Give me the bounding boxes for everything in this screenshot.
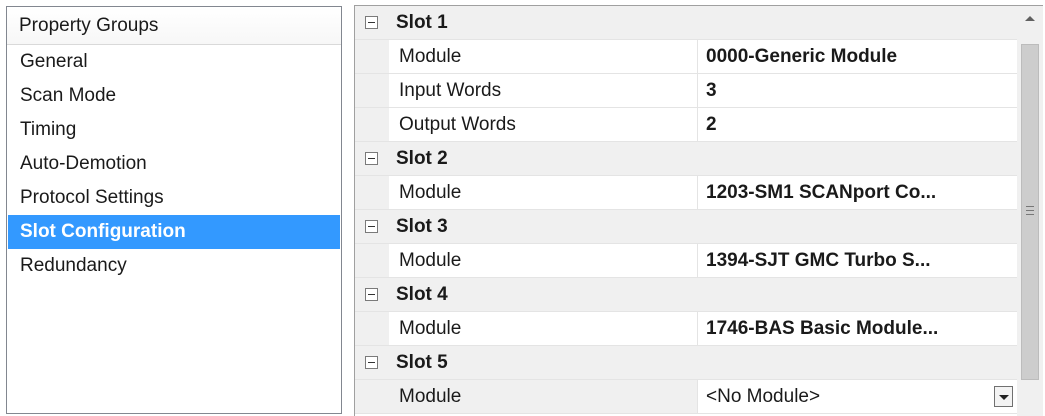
property-value[interactable]: 1394-SJT GMC Turbo S... bbox=[698, 244, 1017, 277]
collapse-icon[interactable] bbox=[365, 288, 378, 301]
property-value[interactable]: 2 bbox=[698, 108, 1017, 141]
scroll-thumb[interactable] bbox=[1021, 44, 1039, 380]
dropdown-arrow-icon[interactable] bbox=[994, 386, 1013, 407]
property-value[interactable]: 1203-SM1 SCANport Co... bbox=[698, 176, 1017, 209]
property-row-selected[interactable]: Module <No Module> bbox=[355, 380, 1017, 414]
slot-category-5: Slot 5 bbox=[355, 346, 1017, 380]
collapse-icon[interactable] bbox=[365, 220, 378, 233]
slot-label: Slot 4 bbox=[396, 283, 448, 305]
property-row[interactable]: Module 1746-BAS Basic Module... bbox=[355, 312, 1017, 346]
group-item-protocol-settings[interactable]: Protocol Settings bbox=[8, 181, 340, 215]
property-name: Output Words bbox=[389, 108, 698, 141]
dropdown-value: <No Module> bbox=[706, 386, 821, 407]
property-name: Input Words bbox=[389, 74, 698, 107]
slot-category-2: Slot 2 bbox=[355, 142, 1017, 176]
property-name: Module bbox=[389, 40, 698, 73]
property-value[interactable]: 3 bbox=[698, 74, 1017, 107]
property-row[interactable]: Output Words 2 bbox=[355, 108, 1017, 142]
group-item-slot-configuration[interactable]: Slot Configuration bbox=[8, 215, 340, 249]
group-item-timing[interactable]: Timing bbox=[8, 113, 340, 147]
property-value[interactable]: 1746-BAS Basic Module... bbox=[698, 312, 1017, 345]
slot-category-3: Slot 3 bbox=[355, 210, 1017, 244]
slot-label: Slot 1 bbox=[396, 11, 448, 33]
module-dropdown[interactable]: <No Module> bbox=[698, 380, 1017, 413]
property-row[interactable]: Input Words 3 bbox=[355, 74, 1017, 108]
property-row[interactable]: Module 1394-SJT GMC Turbo S... bbox=[355, 244, 1017, 278]
collapse-icon[interactable] bbox=[365, 356, 378, 369]
property-row[interactable]: Module 0000-Generic Module bbox=[355, 40, 1017, 74]
property-name: Module bbox=[389, 176, 698, 209]
property-row[interactable]: Module 1203-SM1 SCANport Co... bbox=[355, 176, 1017, 210]
group-item-scan-mode[interactable]: Scan Mode bbox=[8, 79, 340, 113]
property-grid: Slot 1 Module 0000-Generic Module Input … bbox=[355, 6, 1017, 414]
property-name: Module bbox=[389, 312, 698, 345]
slot-category-4: Slot 4 bbox=[355, 278, 1017, 312]
group-item-general[interactable]: General bbox=[8, 45, 340, 79]
scroll-up-icon[interactable] bbox=[1017, 6, 1043, 32]
group-item-redundancy[interactable]: Redundancy bbox=[8, 249, 340, 283]
slot-label: Slot 2 bbox=[396, 147, 448, 169]
collapse-icon[interactable] bbox=[365, 16, 378, 29]
slot-label: Slot 3 bbox=[396, 215, 448, 237]
property-groups-header: Property Groups bbox=[7, 7, 341, 45]
property-grid-panel: Slot 1 Module 0000-Generic Module Input … bbox=[354, 5, 1043, 416]
collapse-icon[interactable] bbox=[365, 152, 378, 165]
vertical-scrollbar[interactable] bbox=[1017, 6, 1043, 416]
property-value[interactable]: 0000-Generic Module bbox=[698, 40, 1017, 73]
property-name: Module bbox=[389, 380, 698, 413]
property-name: Module bbox=[389, 244, 698, 277]
group-item-auto-demotion[interactable]: Auto-Demotion bbox=[8, 147, 340, 181]
slot-label: Slot 5 bbox=[396, 351, 448, 373]
slot-category-1: Slot 1 bbox=[355, 6, 1017, 40]
property-groups-list: General Scan Mode Timing Auto-Demotion P… bbox=[7, 45, 341, 283]
property-groups-panel: Property Groups General Scan Mode Timing… bbox=[6, 6, 342, 414]
